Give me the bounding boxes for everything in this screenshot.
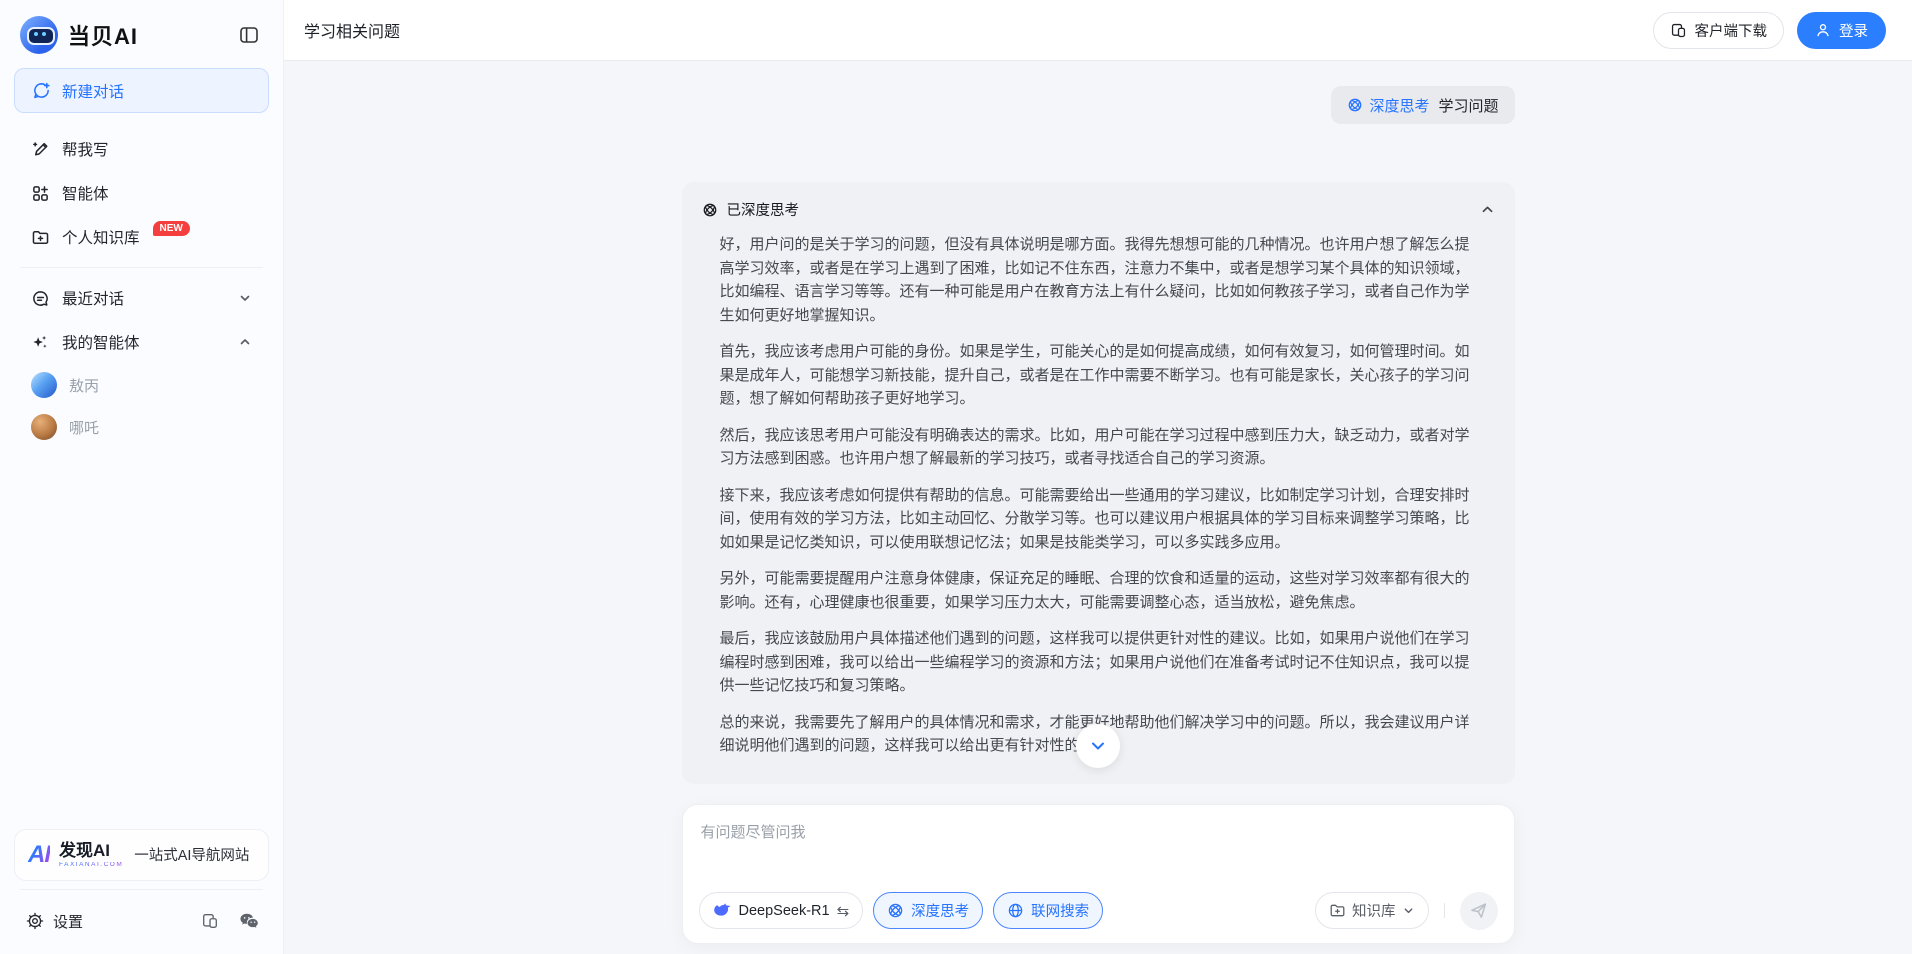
folder-icon (1329, 902, 1346, 919)
deep-think-toggle[interactable]: 深度思考 (873, 892, 983, 929)
sidebar: 当贝AI 新建对话 帮我写 (0, 0, 284, 954)
main-area: 学习相关问题 客户端下载 登录 (284, 0, 1912, 954)
sidebar-item-knowledge-base[interactable]: 个人知识库 NEW (14, 215, 269, 259)
thinking-paragraph: 接下来，我应该考虑如何提供有帮助的信息。可能需要给出一些通用的学习建议，比如制定… (720, 484, 1481, 555)
model-name: DeepSeek-R1 (739, 903, 830, 919)
sidebar-bottom: AI 发现AI FAXIANAI.COM 一站式AI导航网站 (14, 829, 269, 945)
devices-icon (1670, 22, 1687, 39)
promo-tagline: 一站式AI导航网站 (134, 844, 249, 865)
chat-bubble-icon (31, 289, 50, 308)
composer-card: DeepSeek-R1 ⇆ 深度思考 (682, 804, 1515, 944)
agent-name: 哪吒 (69, 417, 99, 438)
grid-plus-icon (31, 184, 50, 203)
settings-label[interactable]: 设置 (53, 911, 83, 932)
sparkles-icon (31, 333, 50, 352)
sidebar-item-label: 智能体 (62, 182, 109, 204)
chevron-down-icon (238, 291, 252, 305)
promo-domain: FAXIANAI.COM (59, 862, 123, 869)
sidebar-collapse-icon[interactable] (235, 21, 263, 49)
thinking-header-label: 已深度思考 (727, 199, 800, 220)
section-label: 最近对话 (62, 287, 124, 309)
deep-think-icon (702, 202, 718, 218)
client-download-label: 客户端下载 (1695, 20, 1768, 41)
agent-name: 敖丙 (69, 375, 99, 396)
folder-plus-icon (31, 228, 50, 247)
thinking-panel-header[interactable]: 已深度思考 (682, 182, 1515, 229)
sidebar-item-help-me-write[interactable]: 帮我写 (14, 127, 269, 171)
scroll-to-bottom-button[interactable] (1076, 724, 1120, 768)
collapse-chevron-up-icon[interactable] (1480, 202, 1495, 217)
thinking-paragraph: 另外，可能需要提醒用户注意身体健康，保证充足的睡眠、合理的饮食和适量的运动，这些… (720, 567, 1481, 614)
thinking-paragraph: 然后，我应该思考用户可能没有明确表达的需求。比如，用户可能在学习过程中感到压力大… (720, 424, 1481, 471)
new-chat-button[interactable]: 新建对话 (14, 68, 269, 113)
thinking-text: 好，用户问的是关于学习的问题，但没有具体说明是哪方面。我得先想想可能的几种情况。… (682, 229, 1515, 758)
user-icon (1815, 22, 1831, 38)
agent-item-aobing[interactable]: 敖丙 (14, 364, 269, 406)
faxian-ai-logo-icon: AI (28, 843, 50, 867)
web-search-toggle[interactable]: 联网搜索 (993, 892, 1103, 929)
deep-think-label: 深度思考 (911, 900, 969, 921)
deep-thinking-panel: 已深度思考 好，用户问的是关于学习的问题，但没有具体说明是哪方面。我得先想想可能… (682, 182, 1515, 784)
user-message-tag: 深度思考 (1369, 95, 1429, 116)
user-message-text: 学习问题 (1438, 95, 1498, 116)
section-label: 我的智能体 (62, 331, 140, 353)
chevron-down-icon (1402, 904, 1415, 917)
model-swap-icon: ⇆ (837, 902, 850, 920)
page-title: 学习相关问题 (304, 18, 400, 42)
knowledge-base-label: 知识库 (1352, 900, 1396, 921)
chevron-up-icon (238, 335, 252, 349)
message-input[interactable] (701, 824, 1496, 841)
devices-icon[interactable] (201, 912, 219, 930)
web-search-label: 联网搜索 (1031, 900, 1089, 921)
model-selector[interactable]: DeepSeek-R1 ⇆ (699, 892, 864, 929)
sidebar-divider (20, 267, 263, 268)
wechat-icon[interactable] (239, 912, 259, 930)
chat-plus-icon (32, 81, 51, 100)
chat-content: 深度思考 学习问题 已深度思考 (284, 61, 1912, 954)
sidebar-item-label: 帮我写 (62, 138, 109, 160)
promo-brand-name: 发现AI (59, 842, 123, 859)
sidebar-section-my-agents[interactable]: 我的智能体 (14, 320, 269, 364)
composer-divider (1444, 903, 1445, 918)
login-button[interactable]: 登录 (1797, 12, 1886, 49)
dangbei-ai-logo-icon (20, 16, 58, 54)
sidebar-section-recent-chats[interactable]: 最近对话 (14, 276, 269, 320)
logo-row: 当贝AI (14, 14, 269, 56)
pencil-icon (31, 140, 50, 159)
avatar (31, 414, 57, 440)
client-download-button[interactable]: 客户端下载 (1653, 12, 1785, 49)
globe-icon (1007, 902, 1024, 919)
settings-row: 设置 (14, 898, 269, 944)
sidebar-item-agents[interactable]: 智能体 (14, 171, 269, 215)
send-button[interactable] (1460, 892, 1498, 930)
sidebar-divider (20, 889, 263, 890)
avatar (31, 372, 57, 398)
knowledge-base-selector[interactable]: 知识库 (1315, 892, 1429, 929)
deep-think-icon (887, 902, 904, 919)
sidebar-item-label: 个人知识库 (62, 226, 140, 248)
new-badge: NEW (153, 221, 190, 236)
login-label: 登录 (1839, 20, 1868, 41)
user-message-bubble: 深度思考 学习问题 (1331, 86, 1514, 124)
thinking-paragraph: 好，用户问的是关于学习的问题，但没有具体说明是哪方面。我得先想想可能的几种情况。… (720, 233, 1481, 327)
faxian-ai-promo-card[interactable]: AI 发现AI FAXIANAI.COM 一站式AI导航网站 (14, 829, 269, 882)
deep-think-icon (1347, 97, 1363, 113)
new-chat-label: 新建对话 (62, 80, 124, 102)
agent-item-nezha[interactable]: 哪吒 (14, 406, 269, 448)
app-title: 当贝AI (68, 19, 138, 51)
topbar: 学习相关问题 客户端下载 登录 (284, 0, 1912, 61)
deepseek-whale-icon (713, 903, 732, 918)
gear-icon[interactable] (26, 912, 44, 930)
thinking-paragraph: 首先，我应该考虑用户可能的身份。如果是学生，可能关心的是如何提高成绩，如何有效复… (720, 340, 1481, 411)
app-window: 当贝AI 新建对话 帮我写 (0, 0, 1912, 954)
thinking-paragraph: 最后，我应该鼓励用户具体描述他们遇到的问题，这样我可以提供更针对性的建议。比如，… (720, 627, 1481, 698)
